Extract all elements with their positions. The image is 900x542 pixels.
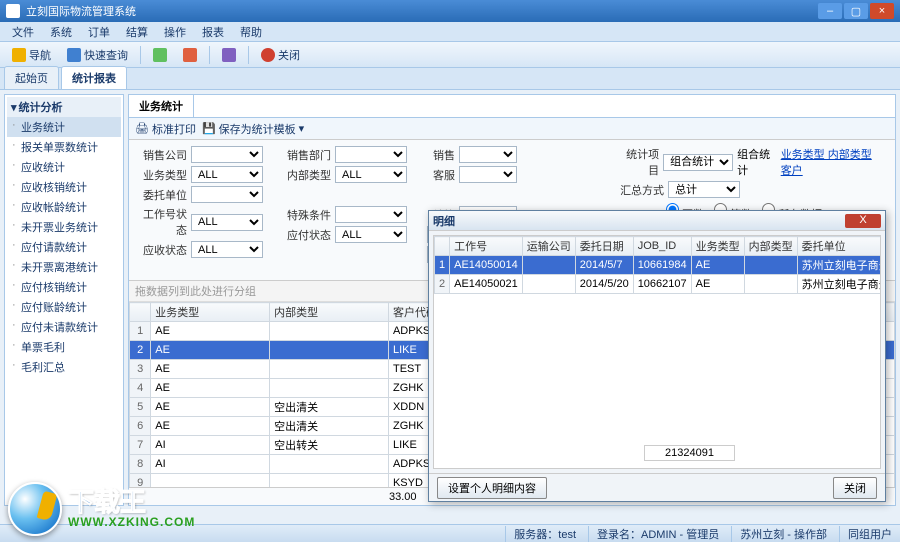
quick-search-button[interactable]: 快速查询	[61, 45, 134, 65]
tree-item[interactable]: 业务统计	[7, 117, 121, 137]
menu-operate[interactable]: 操作	[156, 22, 194, 42]
entrust-unit-select[interactable]	[191, 186, 263, 203]
maximize-button[interactable]: ▢	[844, 3, 868, 19]
detail-config-button[interactable]: 设置个人明细内容	[437, 477, 547, 499]
status-company: 苏州立刻 - 操作部	[731, 526, 827, 542]
status-login: 登录名：ADMIN - 管理员	[588, 526, 719, 542]
watermark: 下载王 WWW.XZKING.COM	[8, 482, 195, 536]
menu-system[interactable]: 系统	[42, 22, 80, 42]
tab-start[interactable]: 起始页	[4, 66, 59, 89]
label-sum-mode: 汇总方式	[616, 182, 664, 198]
minimize-button[interactable]: –	[818, 3, 842, 19]
content-tab[interactable]: 业务统计	[129, 95, 194, 117]
tab-report[interactable]: 统计报表	[61, 66, 127, 89]
label-biz-type: 业务类型	[139, 167, 187, 183]
label-stat-item: 统计项目	[616, 146, 659, 178]
cs-select[interactable]	[459, 166, 517, 183]
main-toolbar: 导航 快速查询 关闭	[0, 42, 900, 68]
label-recv-status: 应收状态	[139, 242, 187, 258]
pay-status-select[interactable]: ALL	[335, 226, 407, 243]
inner-type-select[interactable]: ALL	[335, 166, 407, 183]
tree-item[interactable]: 报关单票数统计	[7, 137, 121, 157]
nav-button[interactable]: 导航	[6, 45, 57, 65]
menu-report[interactable]: 报表	[194, 22, 232, 42]
menu-file[interactable]: 文件	[4, 22, 42, 42]
app-icon	[6, 4, 20, 18]
tree-item[interactable]: 应收帐龄统计	[7, 197, 121, 217]
tree-item[interactable]: 单票毛利	[7, 337, 121, 357]
detail-grid[interactable]: 工作号运输公司委托日期JOB_ID业务类型内部类型委托单位1AE14050014…	[433, 235, 881, 469]
menu-help[interactable]: 帮助	[232, 22, 270, 42]
label-cs: 客服	[427, 167, 455, 183]
combo-link[interactable]: 业务类型 内部类型 客户	[781, 146, 885, 178]
sales-company-select[interactable]	[191, 146, 263, 163]
tree-item[interactable]: 应付账龄统计	[7, 297, 121, 317]
save-template-button[interactable]: 💾 保存为统计模板 ▾	[202, 121, 304, 137]
tree-item[interactable]: 毛利汇总	[7, 357, 121, 377]
menubar: 文件 系统 订单 结算 操作 报表 帮助	[0, 22, 900, 42]
close-button[interactable]: 关闭	[255, 45, 306, 65]
label-pay-status: 应付状态	[283, 227, 331, 243]
tree-panel: ▾统计分析 业务统计报关单票数统计应收统计应收核销统计应收帐龄统计未开票业务统计…	[4, 94, 124, 506]
menu-order[interactable]: 订单	[80, 22, 118, 42]
combo-label: 组合统计	[737, 146, 777, 178]
tree-item[interactable]: 应付核销统计	[7, 277, 121, 297]
recv-status-select[interactable]: ALL	[191, 241, 263, 258]
tree-item[interactable]: 应付请款统计	[7, 237, 121, 257]
status-online[interactable]: 同组用户	[839, 526, 892, 542]
tree-item[interactable]: 未开票业务统计	[7, 217, 121, 237]
label-inner-type: 内部类型	[283, 167, 331, 183]
watermark-logo-icon	[8, 482, 62, 536]
biz-type-select[interactable]: ALL	[191, 166, 263, 183]
status-server: 服务器：test	[505, 526, 576, 542]
tree-item[interactable]: 应收核销统计	[7, 177, 121, 197]
print-button[interactable]: 🖨 标准打印	[135, 121, 196, 137]
tree-item[interactable]: 应付未请款统计	[7, 317, 121, 337]
document-tabs: 起始页 统计报表	[0, 68, 900, 90]
detail-close-button[interactable]: 关闭	[833, 477, 877, 499]
tool-icon-2[interactable]	[177, 46, 203, 64]
watermark-url: WWW.XZKING.COM	[68, 515, 195, 529]
watermark-cn: 下载王	[68, 489, 195, 515]
sales-select[interactable]	[459, 146, 517, 163]
table-row[interactable]: 1AE140500142014/5/710661984AE苏州立刻电子商务有限公…	[435, 256, 882, 275]
tree-title: ▾统计分析	[7, 97, 121, 117]
tree-item[interactable]: 未开票离港统计	[7, 257, 121, 277]
stat-item-select[interactable]: 组合统计	[663, 154, 733, 171]
detail-sum: 21324091	[644, 445, 735, 461]
tool-icon-3[interactable]	[216, 46, 242, 64]
tree-item[interactable]: 应收统计	[7, 157, 121, 177]
special-select[interactable]	[335, 206, 407, 223]
sum-mode-select[interactable]: 总计	[668, 181, 740, 198]
job-status-select[interactable]: ALL	[191, 214, 263, 231]
label-sales: 销售	[427, 147, 455, 163]
tool-icon-1[interactable]	[147, 46, 173, 64]
close-window-button[interactable]: ×	[870, 3, 894, 19]
detail-title: 明细	[433, 213, 845, 229]
label-sales-company: 销售公司	[139, 147, 187, 163]
menu-settle[interactable]: 结算	[118, 22, 156, 42]
label-special: 特殊条件	[283, 207, 331, 223]
table-row[interactable]: 2AE140500212014/5/2010662107AE苏州立刻电子商务有限…	[435, 275, 882, 294]
label-sales-dept: 销售部门	[283, 147, 331, 163]
detail-window: 明细 X 工作号运输公司委托日期JOB_ID业务类型内部类型委托单位1AE140…	[428, 210, 886, 502]
label-entrust-unit: 委托单位	[139, 187, 187, 203]
label-job-status: 工作号状态	[139, 206, 187, 238]
sales-dept-select[interactable]	[335, 146, 407, 163]
detail-close-icon[interactable]: X	[845, 214, 881, 228]
window-titlebar: 立刻国际物流管理系统 – ▢ ×	[0, 0, 900, 22]
window-title: 立刻国际物流管理系统	[26, 3, 818, 19]
